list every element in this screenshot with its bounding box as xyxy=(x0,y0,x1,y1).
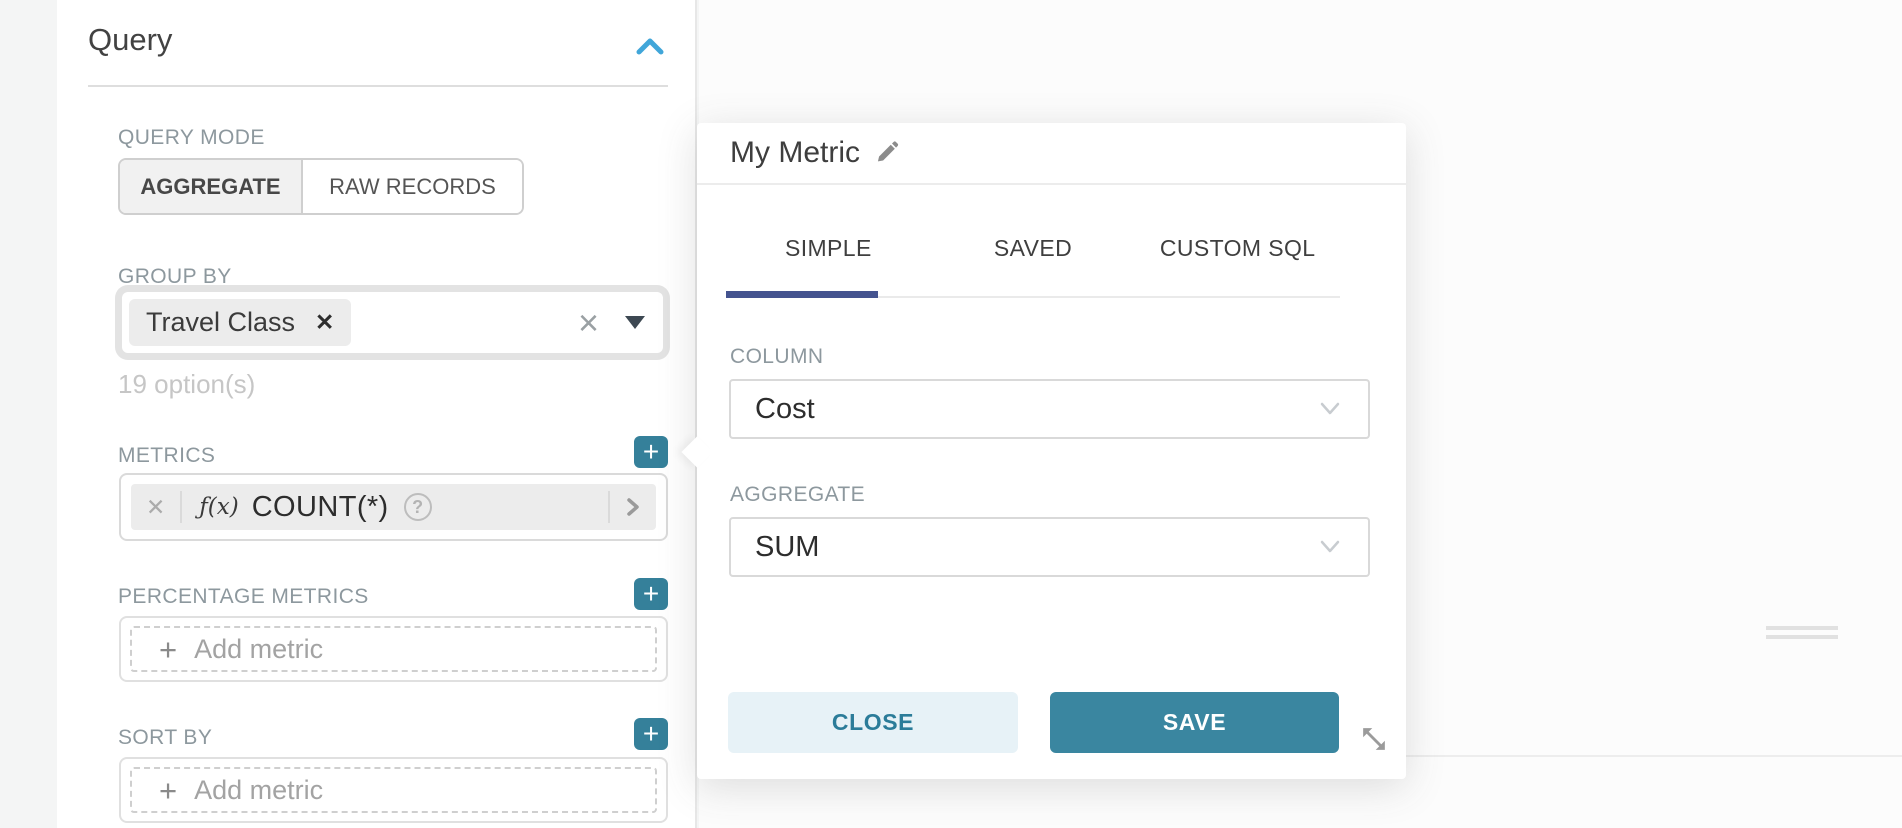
aggregate-label: AGGREGATE xyxy=(730,483,865,507)
close-button[interactable]: CLOSE xyxy=(728,692,1018,753)
aggregate-select-value: SUM xyxy=(755,531,1318,564)
tab-custom-sql[interactable]: CUSTOM SQL xyxy=(1135,186,1340,296)
percentage-metrics-label: PERCENTAGE METRICS xyxy=(118,585,369,609)
tab-saved[interactable]: SAVED xyxy=(931,186,1136,296)
pill-divider xyxy=(180,491,182,523)
popover-title-bar: My Metric xyxy=(697,123,1406,185)
active-tab-indicator xyxy=(726,291,878,298)
help-tooltip-icon[interactable]: ? xyxy=(404,493,432,521)
save-button[interactable]: SAVE xyxy=(1050,692,1339,753)
query-mode-aggregate-button[interactable]: AGGREGATE xyxy=(120,160,303,213)
add-sort-by-button[interactable]: + xyxy=(634,718,668,750)
metric-remove-icon[interactable]: ✕ xyxy=(131,494,180,521)
pencil-icon xyxy=(874,138,901,165)
group-by-select[interactable]: Travel Class ✕ × xyxy=(122,292,663,353)
group-by-options-hint: 19 option(s) xyxy=(118,369,255,400)
popover-resize-handle[interactable] xyxy=(1357,723,1391,757)
metrics-container: ✕ ƒ(x) COUNT(*) ? xyxy=(119,473,668,541)
section-divider xyxy=(88,85,668,87)
add-metric-button[interactable]: + xyxy=(634,436,668,468)
chevron-down-icon xyxy=(1318,400,1342,418)
chip-remove-icon[interactable]: ✕ xyxy=(315,311,334,334)
collapse-section-button[interactable] xyxy=(633,34,667,60)
metric-expand-caret[interactable] xyxy=(610,492,656,522)
metric-edit-popover: My Metric SIMPLE SAVED CUSTOM SQL COLUMN… xyxy=(697,123,1406,779)
plus-icon: + xyxy=(159,775,177,806)
add-metric-placeholder: Add metric xyxy=(194,775,323,806)
sort-by-dropzone[interactable]: + Add metric xyxy=(130,767,657,813)
column-select-value: Cost xyxy=(755,393,1318,426)
query-mode-toggle: AGGREGATE RAW RECORDS xyxy=(118,158,524,215)
query-section-title: Query xyxy=(88,22,172,58)
chevron-up-icon xyxy=(633,48,667,63)
canvas-resize-handle[interactable] xyxy=(1766,626,1838,640)
group-by-chip[interactable]: Travel Class ✕ xyxy=(129,299,351,346)
query-control-panel: Query QUERY MODE AGGREGATE RAW RECORDS G… xyxy=(57,0,697,828)
select-clear-icon[interactable]: × xyxy=(578,305,599,341)
sort-by-label: SORT BY xyxy=(118,726,212,750)
query-mode-label: QUERY MODE xyxy=(118,126,265,150)
select-caret-down-icon[interactable] xyxy=(625,316,645,329)
metrics-label: METRICS xyxy=(118,444,215,468)
tab-simple[interactable]: SIMPLE xyxy=(726,186,931,296)
percentage-metrics-container: + Add metric xyxy=(119,616,668,682)
function-icon: ƒ(x) xyxy=(199,494,238,520)
plus-icon: + xyxy=(159,634,177,665)
metric-tabs: SIMPLE SAVED CUSTOM SQL xyxy=(726,186,1340,298)
popover-title: My Metric xyxy=(730,136,860,170)
chevron-down-icon xyxy=(1318,538,1342,556)
group-by-chip-label: Travel Class xyxy=(146,307,295,338)
query-mode-raw-records-button[interactable]: RAW RECORDS xyxy=(303,160,522,213)
column-select[interactable]: Cost xyxy=(729,379,1370,439)
percentage-metrics-dropzone[interactable]: + Add metric xyxy=(130,626,657,672)
column-label: COLUMN xyxy=(730,345,823,369)
metric-expression: COUNT(*) xyxy=(252,491,389,524)
explore-view: Query QUERY MODE AGGREGATE RAW RECORDS G… xyxy=(0,0,1902,828)
add-percentage-metric-button[interactable]: + xyxy=(634,578,668,610)
metric-pill[interactable]: ✕ ƒ(x) COUNT(*) ? xyxy=(131,484,656,530)
diagonal-resize-icon xyxy=(1358,723,1390,755)
group-by-label: GROUP BY xyxy=(118,265,232,289)
sort-by-container: + Add metric xyxy=(119,757,668,823)
add-metric-placeholder: Add metric xyxy=(194,634,323,665)
chevron-right-icon xyxy=(622,492,644,522)
edit-title-button[interactable] xyxy=(874,138,901,168)
aggregate-select[interactable]: SUM xyxy=(729,517,1370,577)
